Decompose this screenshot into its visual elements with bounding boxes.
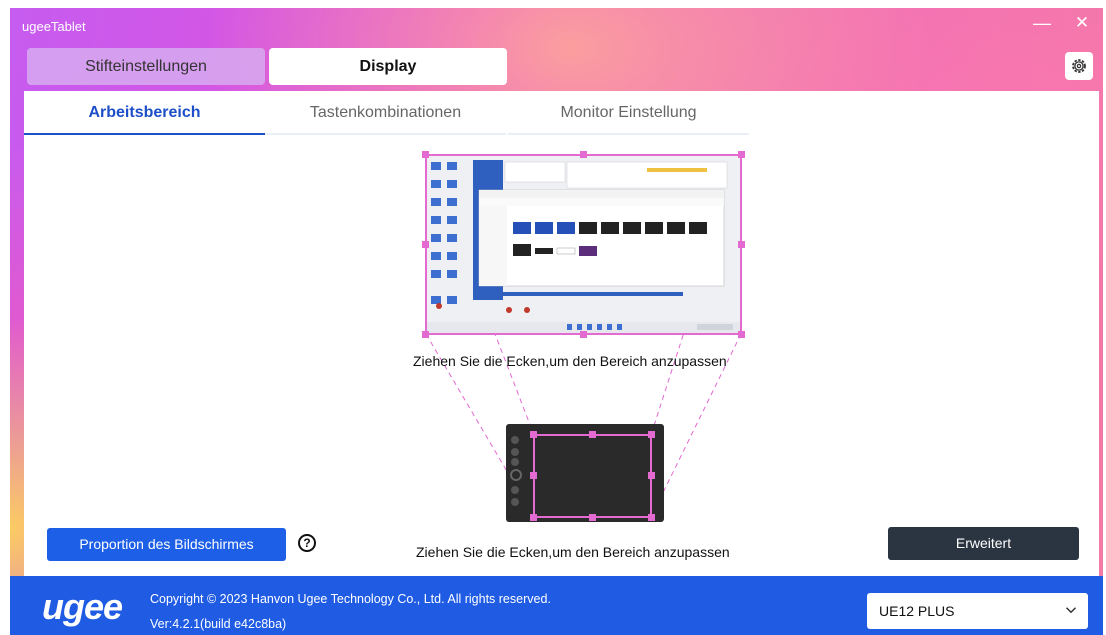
resize-handle[interactable] (422, 331, 429, 338)
tablet-key (511, 448, 519, 456)
resize-handle[interactable] (738, 331, 745, 338)
settings-button[interactable] (1065, 52, 1093, 80)
window-title: ugeeTablet (22, 19, 86, 34)
tablet-area-hint: Ziehen Sie die Ecken,um den Bereich anzu… (416, 544, 730, 560)
desktop-preview (427, 156, 740, 333)
advanced-button[interactable]: Erweitert (888, 527, 1079, 560)
tablet-key (511, 436, 519, 444)
monitor-area-hint: Ziehen Sie die Ecken,um den Bereich anzu… (413, 353, 727, 369)
tablet-key (511, 458, 519, 466)
resize-handle[interactable] (530, 472, 537, 479)
chevron-down-icon (1065, 607, 1077, 614)
resize-handle[interactable] (589, 431, 596, 438)
resize-handle[interactable] (738, 241, 745, 248)
resize-handle[interactable] (648, 514, 655, 521)
tablet-mapping-area[interactable] (533, 434, 652, 518)
device-select-value: UE12 PLUS (879, 603, 955, 619)
resize-handle[interactable] (530, 514, 537, 521)
resize-handle[interactable] (648, 472, 655, 479)
tablet-key (511, 498, 519, 506)
monitor-mapping-area[interactable] (425, 154, 742, 335)
copyright-text: Copyright © 2023 Hanvon Ugee Technology … (150, 592, 551, 606)
resize-handle[interactable] (422, 151, 429, 158)
footer-bar: ugee Copyright © 2023 Hanvon Ugee Techno… (10, 576, 1103, 635)
version-text: Ver:4.2.1(build e42c8ba) (150, 617, 287, 631)
tab-stifteinstellungen[interactable]: Stifteinstellungen (27, 48, 265, 85)
tablet-key (511, 486, 519, 494)
tab-display[interactable]: Display (269, 48, 507, 85)
ugee-logo: ugee (42, 586, 123, 627)
resize-handle[interactable] (738, 151, 745, 158)
resize-handle[interactable] (580, 151, 587, 158)
device-select[interactable]: UE12 PLUS (867, 593, 1088, 629)
resize-handle[interactable] (422, 241, 429, 248)
resize-handle[interactable] (580, 331, 587, 338)
resize-handle[interactable] (589, 514, 596, 521)
gear-icon (1072, 59, 1086, 73)
minimize-icon[interactable]: — (1027, 10, 1057, 36)
resize-handle[interactable] (648, 431, 655, 438)
screen-proportion-button[interactable]: Proportion des Bildschirmes (47, 528, 286, 561)
help-icon[interactable]: ? (298, 534, 316, 552)
tablet-dial (510, 469, 522, 481)
close-icon[interactable]: ✕ (1067, 10, 1097, 36)
resize-handle[interactable] (530, 431, 537, 438)
app-window: ugeeTablet — ✕ Stifteinstellungen Displa… (10, 8, 1103, 635)
content-panel: Arbeitsbereich Tastenkombinationen Monit… (24, 91, 1099, 579)
